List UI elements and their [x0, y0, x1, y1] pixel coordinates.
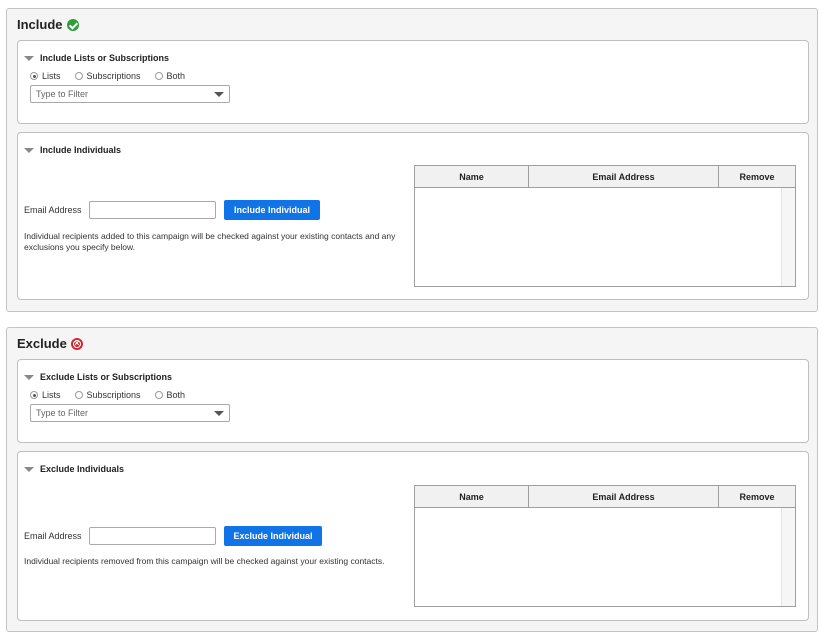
include-lists-header[interactable]: Include Lists or Subscriptions: [24, 53, 169, 63]
exclude-title: Exclude: [17, 336, 83, 351]
table-body: [415, 188, 795, 286]
email-address-label: Email Address: [24, 205, 82, 215]
exclude-filter-select[interactable]: Type to Filter: [30, 404, 230, 422]
table-header: Name Email Address Remove: [415, 486, 795, 508]
exclude-radio-lists[interactable]: Lists: [30, 390, 61, 400]
include-title-text: Include: [17, 17, 63, 32]
include-lists-panel: Include Lists or Subscriptions Lists Sub…: [17, 40, 809, 124]
radio-unchecked-icon[interactable]: [74, 72, 83, 80]
exclude-radio-both[interactable]: Both: [154, 390, 186, 400]
include-individuals-header-text: Include Individuals: [40, 145, 122, 155]
include-filter-select[interactable]: Type to Filter: [30, 85, 230, 103]
column-header-remove: Remove: [739, 172, 775, 182]
radio-unchecked-icon[interactable]: [154, 391, 163, 399]
table-header: Name Email Address Remove: [415, 166, 795, 188]
include-source-radio-group: Lists Subscriptions Both: [30, 71, 185, 81]
column-header-email: Email Address: [529, 486, 719, 507]
exclude-help-text: Individual recipients removed from this …: [24, 556, 385, 566]
include-email-input[interactable]: [89, 201, 216, 219]
radio-unchecked-icon[interactable]: [74, 391, 83, 399]
radio-label: Lists: [42, 390, 61, 400]
x-circle-icon: [70, 337, 83, 350]
radio-checked-icon[interactable]: [30, 72, 38, 80]
exclude-lists-header-text: Exclude Lists or Subscriptions: [40, 372, 173, 382]
table-scrollbar[interactable]: [781, 508, 795, 606]
include-section: Include Include Lists or Subscriptions L…: [6, 8, 818, 312]
exclude-radio-subscriptions[interactable]: Subscriptions: [74, 390, 141, 400]
collapse-triangle-icon[interactable]: [24, 55, 34, 61]
radio-unchecked-icon[interactable]: [154, 72, 163, 80]
exclude-source-radio-group: Lists Subscriptions Both: [30, 390, 185, 400]
include-recipients-table: Name Email Address Remove: [414, 165, 796, 287]
include-lists-header-text: Include Lists or Subscriptions: [40, 53, 170, 63]
collapse-triangle-icon[interactable]: [24, 466, 34, 472]
exclude-email-input[interactable]: [89, 527, 216, 545]
check-circle-icon: [66, 18, 79, 31]
column-header-email: Email Address: [529, 166, 719, 187]
exclude-recipients-table: Name Email Address Remove: [414, 485, 796, 607]
filter-placeholder: Type to Filter: [36, 89, 89, 99]
include-individuals-panel: Include Individuals Email Address Includ…: [17, 132, 809, 300]
include-help-text: Individual recipients added to this camp…: [24, 231, 396, 252]
exclude-title-text: Exclude: [17, 336, 67, 351]
include-radio-lists[interactable]: Lists: [30, 71, 61, 81]
column-header-name: Name: [415, 166, 529, 187]
exclude-individuals-header-text: Exclude Individuals: [40, 464, 125, 474]
radio-checked-icon[interactable]: [30, 391, 38, 399]
radio-label: Subscriptions: [86, 390, 141, 400]
email-address-label: Email Address: [24, 531, 82, 541]
include-radio-both[interactable]: Both: [154, 71, 186, 81]
exclude-lists-panel: Exclude Lists or Subscriptions Lists Sub…: [17, 359, 809, 443]
include-radio-subscriptions[interactable]: Subscriptions: [74, 71, 141, 81]
radio-label: Subscriptions: [86, 71, 141, 81]
table-scrollbar[interactable]: [781, 188, 795, 286]
column-header-remove: Remove: [739, 492, 775, 502]
dropdown-arrow-icon[interactable]: [214, 411, 224, 416]
include-individuals-header[interactable]: Include Individuals: [24, 145, 121, 155]
exclude-individuals-panel: Exclude Individuals Email Address Exclud…: [17, 451, 809, 621]
include-individual-button[interactable]: Include Individual: [224, 200, 320, 220]
radio-label: Both: [166, 390, 186, 400]
exclude-individual-button[interactable]: Exclude Individual: [224, 526, 322, 546]
filter-placeholder: Type to Filter: [36, 408, 89, 418]
exclude-lists-header[interactable]: Exclude Lists or Subscriptions: [24, 372, 172, 382]
collapse-triangle-icon[interactable]: [24, 374, 34, 380]
radio-label: Lists: [42, 71, 61, 81]
radio-label: Both: [166, 71, 186, 81]
exclude-section: Exclude Exclude Lists or Subscriptions L…: [6, 327, 818, 632]
include-title: Include: [17, 17, 79, 32]
exclude-individuals-header[interactable]: Exclude Individuals: [24, 464, 124, 474]
column-header-name: Name: [415, 486, 529, 507]
table-body: [415, 508, 795, 606]
dropdown-arrow-icon[interactable]: [214, 92, 224, 97]
collapse-triangle-icon[interactable]: [24, 147, 34, 153]
